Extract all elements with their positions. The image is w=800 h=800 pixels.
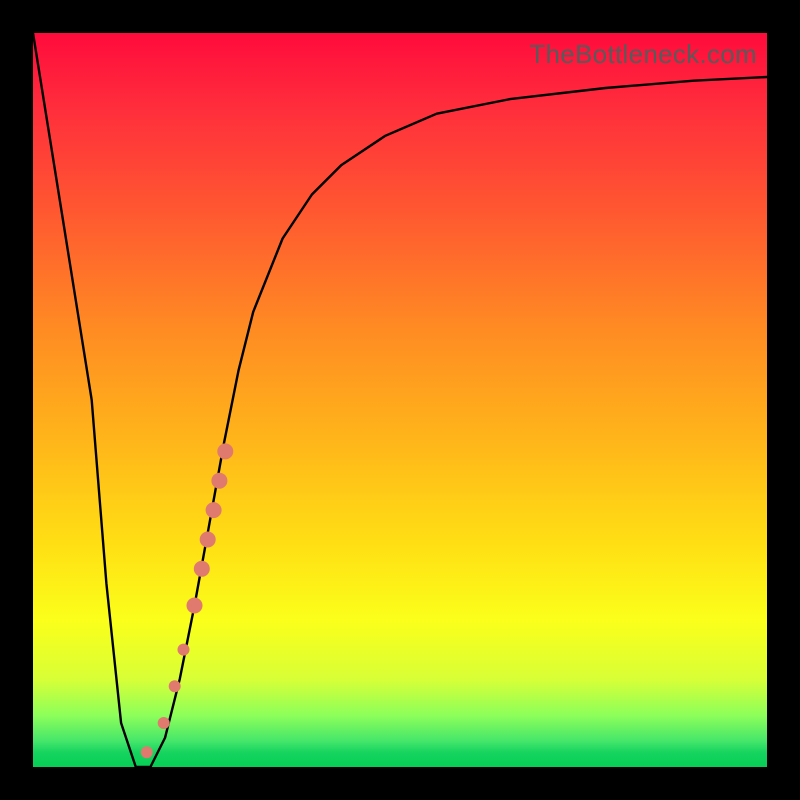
highlight-marker bbox=[206, 502, 222, 518]
highlight-marker bbox=[194, 561, 210, 577]
highlight-marker bbox=[200, 532, 216, 548]
highlight-marker bbox=[211, 473, 227, 489]
watermark-label: TheBottleneck.com bbox=[529, 39, 757, 70]
chart-plot-area: TheBottleneck.com bbox=[33, 33, 767, 767]
highlight-marker bbox=[141, 746, 153, 758]
highlight-marker-group bbox=[141, 443, 234, 758]
highlight-marker bbox=[178, 644, 190, 656]
highlight-marker bbox=[217, 443, 233, 459]
highlight-marker bbox=[158, 717, 170, 729]
bottleneck-curve-path bbox=[33, 33, 767, 767]
highlight-marker bbox=[169, 680, 181, 692]
chart-svg bbox=[33, 33, 767, 767]
highlight-marker bbox=[187, 598, 203, 614]
chart-frame: TheBottleneck.com bbox=[0, 0, 800, 800]
